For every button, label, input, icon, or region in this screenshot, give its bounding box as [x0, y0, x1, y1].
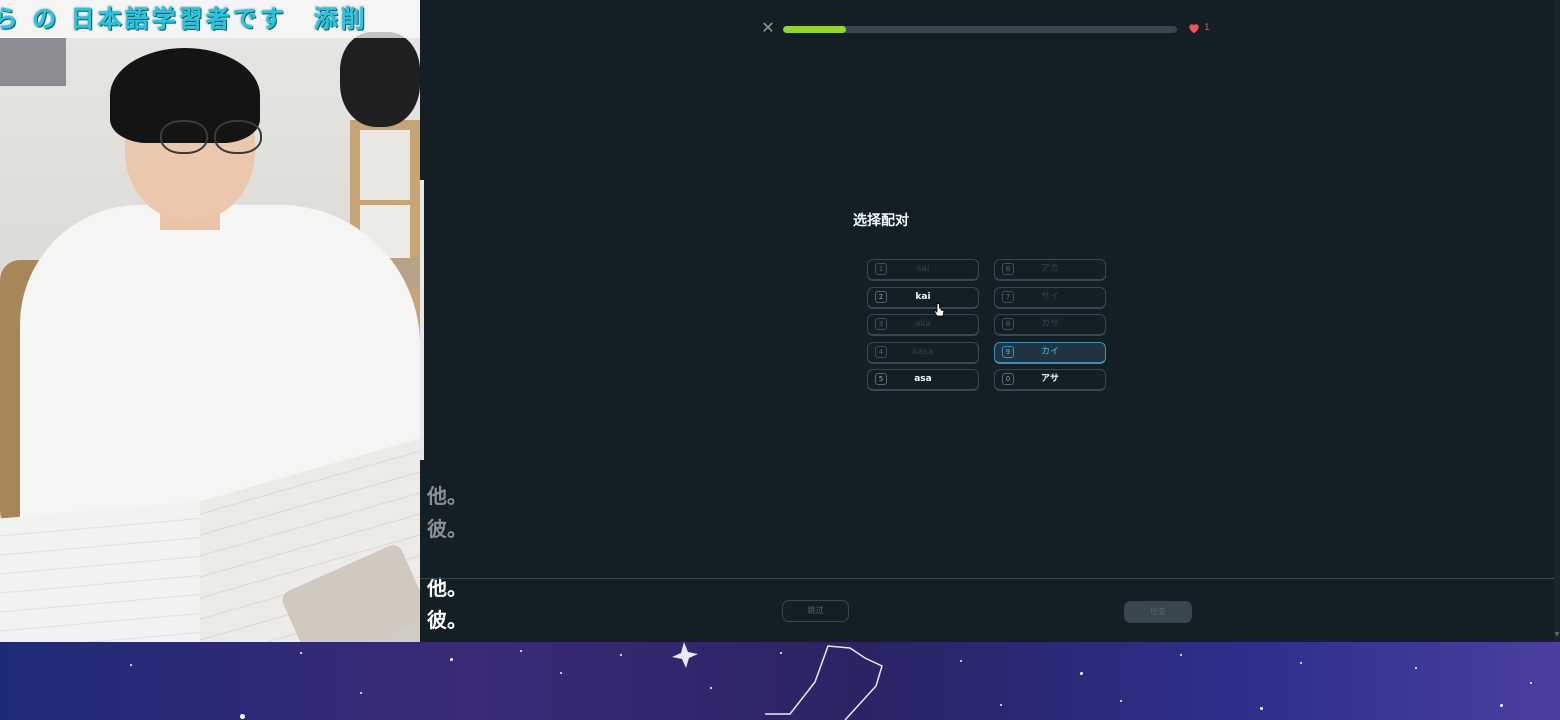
tile-label: asa — [914, 374, 932, 384]
star — [520, 650, 522, 652]
check-button[interactable]: 检查 — [1124, 601, 1192, 623]
star — [560, 672, 562, 674]
match-tile-left[interactable]: 1 sai — [867, 259, 979, 281]
star — [1415, 667, 1417, 669]
microphone — [340, 32, 420, 127]
tile-label: kai — [915, 291, 931, 302]
tile-label: sai — [916, 264, 930, 274]
shelf-compartment — [360, 130, 410, 200]
match-tile-right[interactable]: 9 カイ — [994, 341, 1106, 364]
star — [1530, 682, 1532, 684]
exercise-prompt: 选择配对 — [853, 213, 909, 229]
subtitle-previous-line: 彼。 — [427, 517, 467, 541]
match-tile-right[interactable]: 6 アカ — [994, 259, 1106, 281]
lesson-progress-fill — [783, 26, 847, 33]
star — [240, 714, 245, 719]
footer-divider — [420, 578, 1554, 579]
match-tile-left[interactable]: 2 kai — [867, 286, 979, 309]
person-glasses — [160, 120, 264, 154]
scroll-down-arrow-icon[interactable]: ▼ — [1554, 630, 1560, 640]
star — [1260, 707, 1263, 710]
hearts-count: 1 — [1204, 23, 1210, 33]
panel-divider — [420, 180, 424, 460]
lesson-progress-bar — [783, 26, 1177, 33]
star — [960, 660, 962, 662]
match-tile-left[interactable]: 5 asa — [867, 369, 979, 391]
tile-label: aka — [914, 319, 932, 329]
tile-label: アサ — [1040, 374, 1059, 384]
star — [1300, 662, 1302, 664]
star — [710, 687, 712, 689]
webcam-feed: ら の 日本語学習者です 添削 — [0, 0, 420, 642]
match-tile-left[interactable]: 4 kasa — [867, 341, 979, 364]
star — [1180, 654, 1182, 656]
match-tile-right[interactable]: 0 アサ — [994, 369, 1106, 391]
star — [1000, 704, 1002, 706]
subtitle-previous-line: 他。 — [427, 484, 467, 508]
star — [300, 652, 302, 654]
star — [1080, 672, 1083, 675]
star — [780, 652, 782, 654]
starry-sky-banner — [0, 642, 1560, 720]
match-tile-left[interactable]: 3 aka — [867, 314, 979, 336]
star — [360, 692, 362, 694]
star — [1500, 704, 1503, 707]
match-tile-right[interactable]: 8 カサ — [994, 314, 1106, 336]
subtitle-current-line: 彼。 — [427, 608, 467, 632]
star — [450, 658, 453, 661]
tile-label: カイ — [1040, 346, 1059, 357]
star — [1120, 700, 1122, 702]
tile-label: kasa — [912, 346, 934, 357]
tile-label: サイ — [1040, 291, 1059, 302]
mouse-pointer-hand-icon — [933, 303, 945, 317]
scrollbar[interactable] — [1554, 0, 1560, 642]
star — [130, 664, 132, 666]
star — [620, 654, 622, 656]
close-icon[interactable]: ✕ — [761, 20, 775, 36]
tile-label: カサ — [1040, 319, 1059, 329]
wall-poster — [0, 38, 66, 86]
heart-icon — [1189, 24, 1199, 34]
tile-label: アカ — [1040, 264, 1059, 274]
stream-title-banner: ら の 日本語学習者です 添削 — [0, 0, 420, 38]
match-tile-right[interactable]: 7 サイ — [994, 286, 1106, 309]
skip-button[interactable]: 跳过 — [782, 600, 849, 622]
